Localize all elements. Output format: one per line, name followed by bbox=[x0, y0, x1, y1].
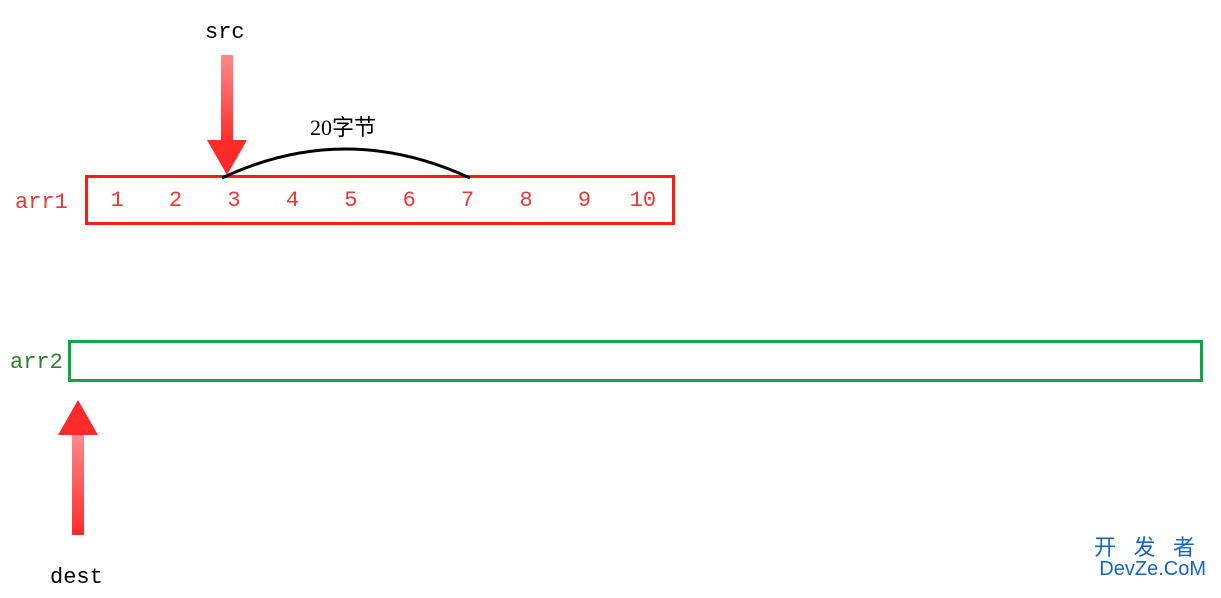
dest-arrow-icon bbox=[58, 400, 98, 535]
arr1-label: arr1 bbox=[15, 190, 68, 215]
arr1-cell: 9 bbox=[555, 188, 613, 213]
arr2-array-box bbox=[68, 340, 1203, 382]
watermark-line2: DevZe.CoM bbox=[1099, 558, 1206, 581]
arr1-cell: 7 bbox=[438, 188, 496, 213]
arr1-cell: 8 bbox=[497, 188, 555, 213]
arr1-cell: 2 bbox=[146, 188, 204, 213]
arr1-cell: 1 bbox=[88, 188, 146, 213]
arr1-cell: 6 bbox=[380, 188, 438, 213]
arr1-cell: 10 bbox=[614, 188, 672, 213]
diagram-overlay bbox=[0, 0, 1221, 598]
arr1-cell: 5 bbox=[322, 188, 380, 213]
arr2-label: arr2 bbox=[10, 350, 63, 375]
arr1-cell: 3 bbox=[205, 188, 263, 213]
src-arrow-icon bbox=[207, 55, 247, 175]
bytes-arc bbox=[222, 149, 470, 178]
dest-label: dest bbox=[50, 565, 103, 590]
bytes-label: 20字节 bbox=[310, 110, 376, 142]
arr1-cell: 4 bbox=[263, 188, 321, 213]
arr1-array-box: 1 2 3 4 5 6 7 8 9 10 bbox=[85, 175, 675, 225]
src-label: src bbox=[205, 20, 245, 45]
